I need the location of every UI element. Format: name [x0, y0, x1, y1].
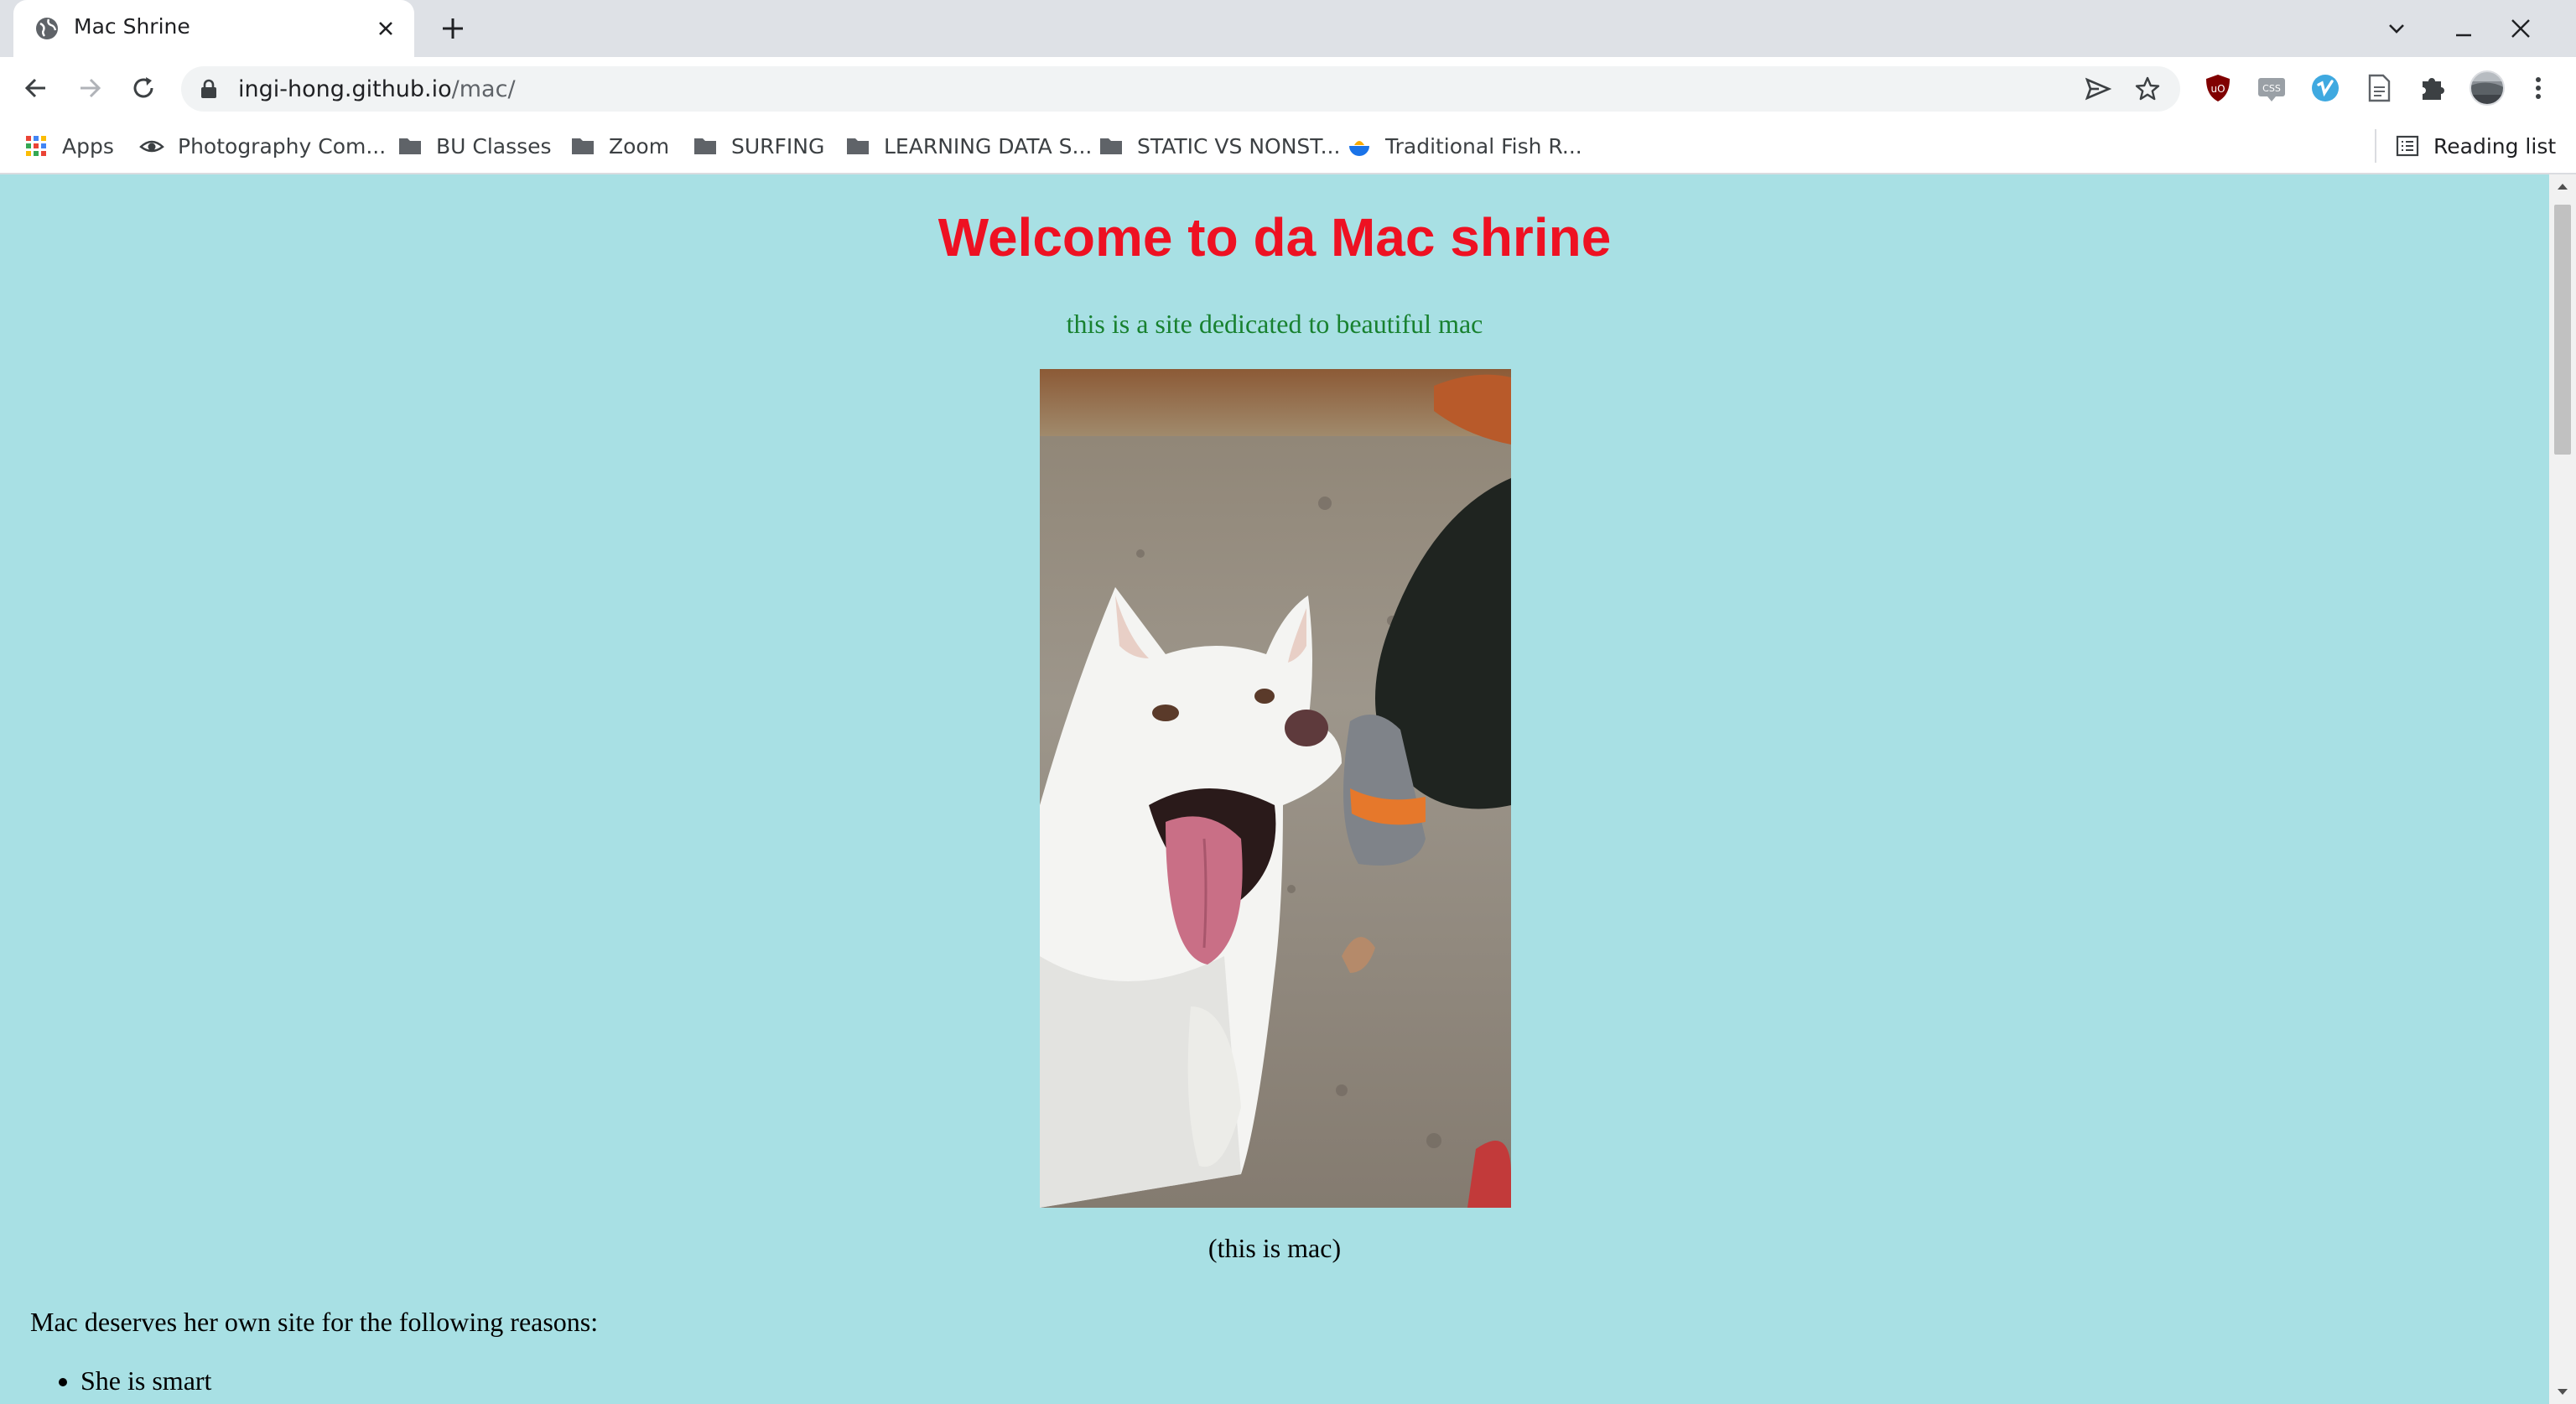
folder-icon: [847, 138, 869, 154]
vertical-scrollbar[interactable]: [2549, 174, 2576, 1404]
folder-icon: [1100, 138, 1122, 154]
close-tab-icon[interactable]: [374, 17, 397, 40]
mac-photo: [1040, 369, 1511, 1208]
reload-icon[interactable]: [127, 72, 159, 104]
scroll-up-arrow-icon[interactable]: [2556, 181, 2569, 191]
page-viewport: Welcome to da Mac shrine this is a site …: [0, 174, 2549, 1404]
url-path: /mac/: [451, 76, 516, 102]
reasons-intro: Mac deserves her own site for the follow…: [30, 1307, 599, 1337]
page-title: Welcome to da Mac shrine: [937, 207, 1612, 268]
window-controls: [2383, 0, 2576, 57]
svg-text:uO: uO: [2210, 83, 2225, 95]
bookmark-photography[interactable]: Photography Com...: [139, 129, 386, 163]
bookmark-bu-classes[interactable]: BU Classes: [397, 129, 552, 163]
fish-bowl-icon: [1349, 141, 1369, 156]
minimize-icon[interactable]: [2450, 15, 2477, 42]
list-item: She is smart: [80, 1365, 211, 1396]
bookmarks-divider: [2375, 129, 2376, 163]
bookmark-label: Traditional Fish R...: [1385, 133, 1582, 159]
ublock-icon[interactable]: uO: [2202, 72, 2234, 104]
bookmark-label: SURFING: [731, 133, 825, 159]
reading-list-button[interactable]: Reading list: [2395, 129, 2556, 163]
new-tab-icon[interactable]: [438, 13, 468, 44]
bookmark-label: BU Classes: [436, 133, 552, 159]
scroll-down-arrow-icon[interactable]: [2556, 1387, 2569, 1397]
bookmark-static-vs-nonst[interactable]: STATIC VS NONST...: [1098, 129, 1340, 163]
eye-icon: [139, 140, 164, 153]
back-arrow-icon[interactable]: [20, 72, 52, 104]
bookmark-learning-data[interactable]: LEARNING DATA S...: [845, 129, 1092, 163]
scrollbar-thumb[interactable]: [2554, 205, 2571, 455]
tab-search-chevron-icon[interactable]: [2383, 15, 2410, 42]
url-host: ingi-hong.github.io: [238, 76, 452, 102]
bookmark-apps[interactable]: Apps: [23, 129, 114, 163]
bookmark-star-icon[interactable]: [2133, 75, 2162, 103]
bookmark-surfing[interactable]: SURFING: [693, 129, 824, 163]
address-url[interactable]: ingi-hong.github.io/mac/: [238, 76, 516, 102]
bookmark-label: Zoom: [609, 133, 670, 159]
browser-toolbar: ingi-hong.github.io/mac/ uO CSS: [0, 57, 2576, 119]
address-bar[interactable]: ingi-hong.github.io/mac/: [181, 66, 2180, 112]
bookmark-zoom[interactable]: Zoom: [570, 129, 669, 163]
tab-title: Mac Shrine: [74, 14, 190, 39]
profile-avatar-icon[interactable]: [2469, 70, 2506, 107]
vimeo-icon[interactable]: [2309, 72, 2341, 104]
folder-icon: [399, 138, 421, 154]
menu-icon[interactable]: [2526, 72, 2551, 104]
lock-icon[interactable]: [200, 79, 218, 99]
bookmarks-bar: Apps Photography Com... BU Classes Zoom …: [0, 119, 2576, 174]
tab-strip: Mac Shrine: [0, 0, 2576, 57]
css-viewer-icon[interactable]: CSS: [2256, 72, 2288, 104]
bookmark-label: Photography Com...: [178, 133, 387, 159]
puzzle-icon[interactable]: [2417, 72, 2449, 104]
bookmark-label: STATIC VS NONST...: [1137, 133, 1341, 159]
folder-icon: [572, 138, 594, 154]
globe-icon: [36, 18, 58, 39]
svg-text:CSS: CSS: [2262, 83, 2281, 94]
reading-list-icon: [2396, 135, 2419, 157]
document-icon[interactable]: [2363, 72, 2395, 104]
page-subtitle: this is a site dedicated to beautiful ma…: [1066, 309, 1483, 339]
reading-list-label: Reading list: [2433, 133, 2557, 159]
forward-arrow-icon[interactable]: [74, 72, 106, 104]
send-tab-icon[interactable]: [2085, 76, 2111, 101]
reasons-list: She is smart: [30, 1365, 211, 1396]
photo-caption: (this is mac): [1208, 1233, 1342, 1263]
bookmark-label: LEARNING DATA S...: [884, 133, 1093, 159]
folder-icon: [694, 138, 716, 154]
bookmark-label: Apps: [62, 133, 114, 159]
close-window-icon[interactable]: [2507, 15, 2534, 42]
tab-mac-shrine[interactable]: Mac Shrine: [13, 0, 414, 57]
apps-grid-icon: [26, 136, 46, 156]
bookmark-traditional-fish[interactable]: Traditional Fish R...: [1347, 129, 1582, 163]
